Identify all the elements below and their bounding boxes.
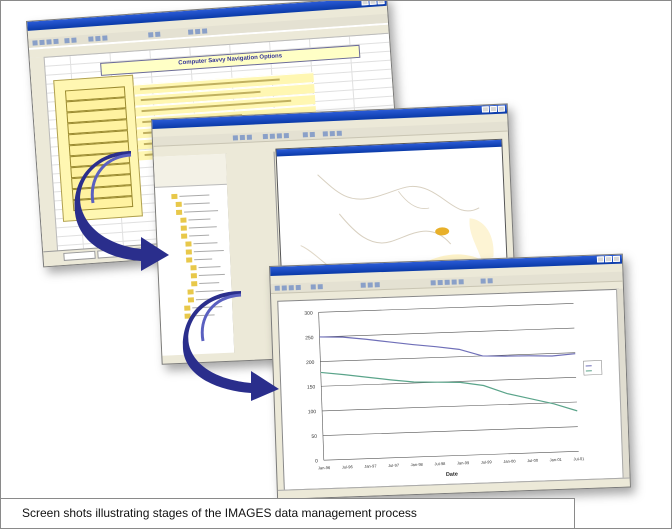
series-line — [319, 336, 576, 357]
grid-line — [319, 327, 575, 338]
x-tick-label: Jul-01 — [573, 456, 585, 461]
maximize-icon[interactable] — [369, 1, 377, 5]
stage-arrow-1 — [74, 151, 169, 271]
y-tick-label: 0 — [315, 458, 318, 464]
x-tick-label: Jul-99 — [481, 459, 493, 464]
maximize-icon[interactable] — [604, 256, 613, 263]
grid-line — [322, 401, 577, 412]
grid-line — [323, 451, 579, 461]
x-tick-label: Jan-98 — [411, 462, 424, 467]
x-tick-label: Jan-01 — [550, 457, 563, 462]
minimize-icon[interactable] — [361, 1, 369, 6]
x-tick-label: Jul-96 — [342, 464, 354, 469]
y-tick-label: 150 — [307, 384, 316, 390]
line-chart: 0 50 100 150 200 250 300 Jan-96 Jul-96 Jan-97 Jul-… — [304, 303, 603, 478]
x-axis-label: Date — [446, 472, 458, 478]
chart-window: 0 50 100 150 200 250 300 Jan-96 Jul-96 Jan-97 Jul-… — [269, 253, 631, 500]
grid-line — [318, 303, 574, 313]
figure-frame: Computer Savvy Navigation Options 0 50 1… — [0, 0, 672, 529]
grid-line — [322, 426, 578, 436]
stage-arrow-2 — [182, 291, 279, 401]
close-icon[interactable] — [612, 255, 621, 262]
x-tick-label: Jul-98 — [434, 461, 446, 466]
x-tick-label: Jan-00 — [503, 458, 516, 463]
minimize-icon[interactable] — [596, 256, 605, 263]
x-tick-label: Jul-00 — [527, 458, 539, 463]
minimize-icon[interactable] — [481, 106, 490, 113]
grid-line — [320, 352, 576, 362]
figure-caption: Screen shots illustrating stages of the … — [1, 498, 575, 528]
close-icon[interactable] — [497, 105, 506, 112]
maximize-icon[interactable] — [489, 105, 498, 113]
x-tick-label: Jan-99 — [457, 460, 470, 465]
chart-area[interactable]: 0 50 100 150 200 250 300 Jan-96 Jul-96 Jan-97 Jul-… — [277, 288, 626, 491]
y-tick-label: 300 — [304, 310, 313, 316]
y-tick-label: 250 — [305, 335, 314, 341]
y-tick-label: 50 — [311, 434, 317, 440]
legend-box — [583, 360, 603, 376]
x-tick-label: Jan-96 — [318, 465, 331, 470]
series-line — [320, 371, 578, 412]
y-tick-label: 100 — [308, 409, 317, 415]
close-icon[interactable] — [377, 1, 385, 5]
y-tick-label: 200 — [306, 360, 315, 366]
x-tick-label: Jul-97 — [388, 463, 400, 468]
x-tick-label: Jan-97 — [364, 463, 377, 468]
